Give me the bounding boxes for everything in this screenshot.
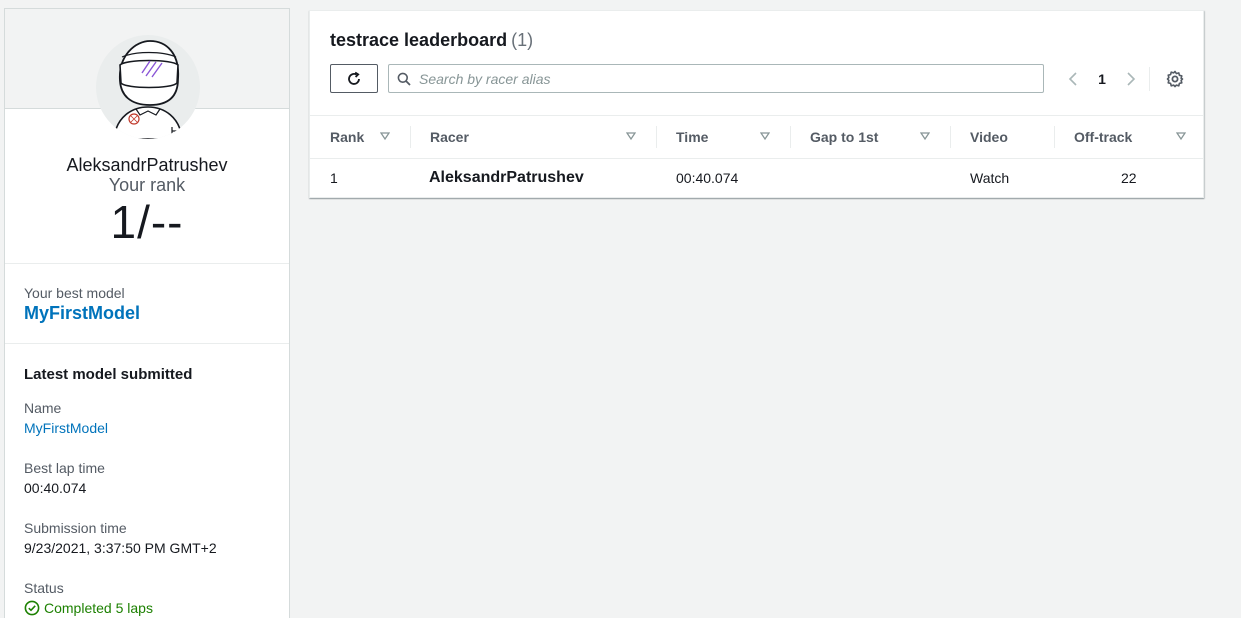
divider bbox=[5, 343, 289, 344]
column-header-label: Gap to 1st bbox=[810, 129, 879, 145]
column-header-label: Time bbox=[676, 129, 709, 145]
best-model-label: Your best model bbox=[24, 285, 125, 301]
column-header-label: Off-track bbox=[1074, 129, 1133, 145]
pagination: 1 bbox=[1062, 69, 1142, 89]
column-header-label: Rank bbox=[330, 129, 365, 145]
column-header-label: Racer bbox=[430, 129, 469, 145]
caret-down-icon bbox=[626, 132, 636, 141]
best-lap-value: 00:40.074 bbox=[24, 480, 87, 496]
column-divider bbox=[950, 126, 951, 148]
column-header-label: Video bbox=[970, 129, 1008, 145]
prev-page-button[interactable] bbox=[1062, 69, 1084, 89]
chevron-left-icon bbox=[1068, 72, 1077, 86]
column-header-gap[interactable]: Gap to 1st bbox=[810, 116, 950, 158]
refresh-icon bbox=[348, 71, 360, 85]
submission-time-value: 9/23/2021, 3:37:50 PM GMT+2 bbox=[24, 540, 217, 556]
search-input[interactable] bbox=[419, 70, 1019, 87]
rank-value: 1/-- bbox=[110, 196, 184, 248]
model-name-link[interactable]: MyFirstModel bbox=[24, 420, 108, 436]
cell-off-track: 22 bbox=[1121, 170, 1137, 186]
chevron-right-icon bbox=[1127, 72, 1136, 86]
racer-name: AleksandrPatrushev bbox=[66, 155, 228, 175]
column-header-off-track[interactable]: Off-track bbox=[1074, 116, 1194, 158]
status-label: Status bbox=[24, 580, 64, 596]
status-indicator: Completed 5 laps bbox=[24, 600, 153, 616]
table-settings-button[interactable] bbox=[1165, 69, 1185, 89]
column-header-rank[interactable]: Rank bbox=[330, 116, 410, 158]
column-header-racer[interactable]: Racer bbox=[430, 116, 656, 158]
gear-icon bbox=[1166, 70, 1184, 88]
caret-down-icon bbox=[1176, 132, 1186, 141]
leaderboard-title: testrace leaderboard (1) bbox=[330, 30, 533, 51]
latest-model-title: Latest model submitted bbox=[24, 366, 193, 383]
next-page-button[interactable] bbox=[1120, 69, 1142, 89]
leaderboard-title-text: testrace leaderboard bbox=[330, 30, 508, 50]
cell-racer: AleksandrPatrushev bbox=[429, 169, 584, 186]
column-divider bbox=[656, 126, 657, 148]
check-circle-icon bbox=[24, 600, 40, 616]
helmet-avatar-icon bbox=[113, 40, 183, 139]
caret-down-icon bbox=[380, 132, 390, 141]
divider bbox=[5, 263, 289, 264]
cell-rank: 1 bbox=[330, 170, 338, 186]
table-row: 1 AleksandrPatrushev 00:40.074 Watch 22 bbox=[310, 159, 1203, 197]
leaderboard-count: (1) bbox=[511, 30, 534, 50]
cell-time: 00:40.074 bbox=[676, 170, 739, 186]
search-field[interactable] bbox=[388, 64, 1044, 93]
profile-panel: AleksandrPatrushev Your rank 1/-- Your b… bbox=[4, 8, 290, 618]
best-model-link[interactable]: MyFirstModel bbox=[24, 303, 140, 324]
leaderboard-container: testrace leaderboard(1) 1 bbox=[309, 10, 1204, 198]
column-header-video: Video bbox=[970, 116, 1054, 158]
best-lap-label: Best lap time bbox=[24, 460, 105, 476]
caret-down-icon bbox=[920, 132, 930, 141]
current-page-number[interactable]: 1 bbox=[1084, 71, 1120, 87]
submission-time-label: Submission time bbox=[24, 520, 127, 536]
column-header-time[interactable]: Time bbox=[676, 116, 790, 158]
status-value: Completed 5 laps bbox=[44, 600, 153, 616]
rank-label: Your rank bbox=[108, 175, 186, 195]
caret-down-icon bbox=[760, 132, 770, 141]
watch-video-link[interactable]: Watch bbox=[970, 159, 1009, 197]
racer-avatar bbox=[96, 35, 200, 139]
column-divider bbox=[410, 126, 411, 148]
column-divider bbox=[790, 126, 791, 148]
table-header: Rank Racer Time Gap to 1st Video Off-tra… bbox=[310, 115, 1203, 159]
refresh-button[interactable] bbox=[330, 64, 378, 93]
column-divider bbox=[1054, 126, 1055, 148]
pager-divider bbox=[1149, 67, 1150, 91]
model-name-label: Name bbox=[24, 400, 62, 416]
search-icon bbox=[397, 72, 411, 86]
